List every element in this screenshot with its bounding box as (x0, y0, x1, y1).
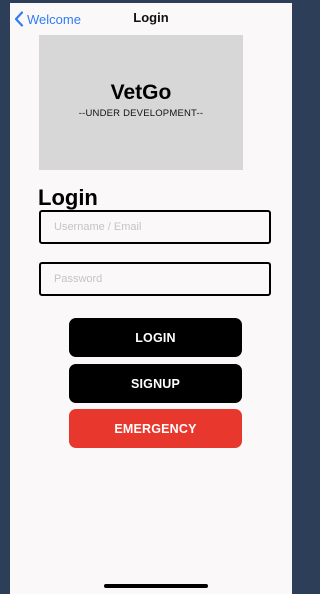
app-screen: Welcome Login VetGo --UNDER DEVELOPMENT-… (10, 3, 292, 594)
username-email-input[interactable] (39, 210, 271, 244)
signup-button[interactable]: SIGNUP (69, 364, 242, 403)
nav-title: Login (133, 10, 169, 25)
home-indicator[interactable] (104, 584, 208, 588)
banner-subtitle: --UNDER DEVELOPMENT-- (78, 108, 204, 119)
banner-title: VetGo (110, 81, 172, 104)
password-input[interactable] (39, 262, 271, 296)
navigation-bar: Welcome Login (10, 3, 292, 35)
app-banner: VetGo --UNDER DEVELOPMENT-- (39, 35, 243, 170)
login-heading: Login (38, 185, 98, 210)
emergency-button[interactable]: EMERGENCY (69, 409, 242, 448)
login-button[interactable]: LOGIN (69, 318, 242, 357)
